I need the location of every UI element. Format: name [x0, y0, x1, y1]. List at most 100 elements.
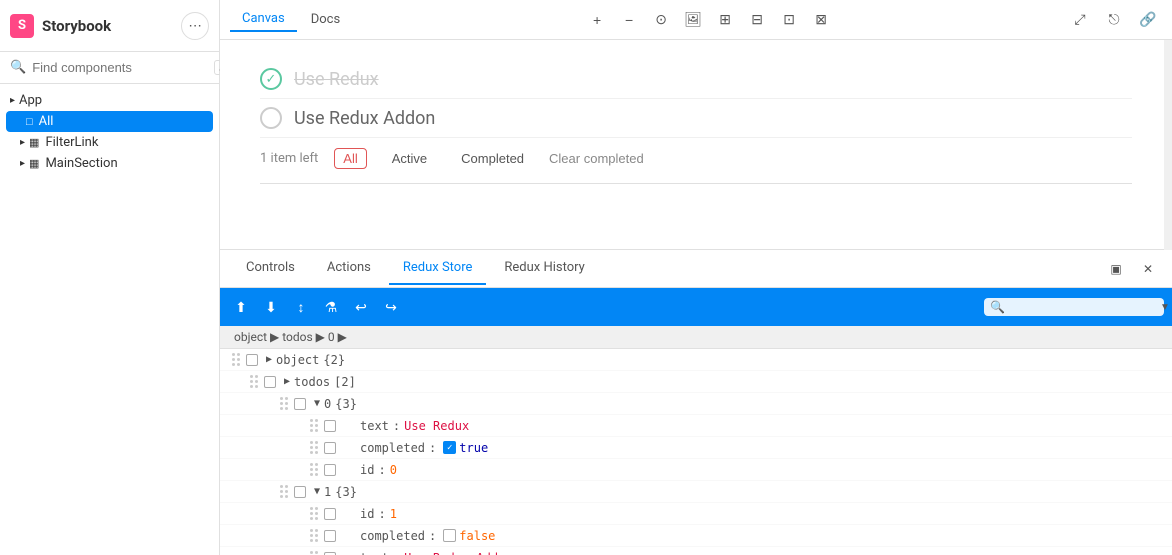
redux-toolbar: ⬆ ⬇ ↕ ⚗ ↩ ↪ 🔍 ▼: [220, 288, 1172, 326]
tab-redux-history[interactable]: Redux History: [490, 252, 598, 285]
sidebar-item-label: FilterLink: [45, 135, 98, 150]
tree-row-id-1: id : 1: [220, 503, 1172, 525]
main-toolbar: Canvas Docs + − ⊙ 🖼 ⊞ ⊟ ⊡ ⊠ ⤢ ⎋ 🔗: [220, 0, 1172, 40]
drag-handle: [280, 397, 288, 410]
canvas-scrollbar[interactable]: [1164, 40, 1172, 250]
collapse-all-button[interactable]: ⬆: [228, 294, 254, 320]
redo-button[interactable]: ↪: [378, 294, 404, 320]
tree-key: text: [344, 551, 389, 555]
tree-row-text-use-redux-addon: text : Use Redux Addon: [220, 547, 1172, 555]
canvas-content: ✓ Use Redux Use Redux Addon 1 item left …: [220, 40, 1172, 250]
sidebar-item-all[interactable]: □ All: [6, 111, 213, 132]
todo-footer: 1 item left All Active Completed Clear c…: [260, 138, 1132, 179]
todo-text-use-redux-addon: Use Redux Addon: [294, 108, 435, 129]
tree-value-string: Use Redux: [404, 419, 469, 433]
todo-item-use-redux-addon: Use Redux Addon: [260, 99, 1132, 138]
tree-colon: :: [393, 551, 400, 555]
tree-value-number: 0: [390, 463, 397, 477]
expand-all-button[interactable]: ⬇: [258, 294, 284, 320]
zoom-in-button[interactable]: +: [583, 6, 611, 34]
tree-row-checkbox[interactable]: [324, 530, 336, 542]
canvas-area: ✓ Use Redux Use Redux Addon 1 item left …: [220, 40, 1172, 250]
tree-bracket: {3}: [335, 485, 357, 499]
tree-row-checkbox[interactable]: [324, 464, 336, 476]
sidebar-menu-button[interactable]: ⋯: [181, 12, 209, 40]
tree-value-bool: true: [459, 441, 488, 455]
drag-handle: [280, 485, 288, 498]
grid3-button[interactable]: ⊡: [775, 6, 803, 34]
search-input[interactable]: [32, 60, 208, 75]
sidebar-item-label: App: [19, 93, 42, 108]
tree-row-checkbox[interactable]: [246, 354, 258, 366]
tab-controls[interactable]: Controls: [232, 252, 309, 285]
fullscreen-button[interactable]: ⤢: [1066, 6, 1094, 34]
todo-checkbox-done[interactable]: ✓: [260, 68, 282, 90]
tree-row-checkbox[interactable]: [324, 508, 336, 520]
clear-completed-button[interactable]: Clear completed: [549, 151, 644, 166]
drag-handle: [310, 551, 318, 555]
tab-canvas[interactable]: Canvas: [230, 7, 297, 32]
tree-row-checkbox[interactable]: [264, 376, 276, 388]
sidebar-item-filterlink[interactable]: ▸ ▦ FilterLink: [0, 132, 219, 153]
expand-icon[interactable]: ▼: [314, 486, 320, 497]
tree-colon: :: [378, 463, 385, 477]
expand-icon[interactable]: ▶: [284, 376, 290, 387]
search-bar: 🔍 /: [0, 52, 219, 84]
open-new-button[interactable]: ⎋: [1100, 6, 1128, 34]
grid2-button[interactable]: ⊟: [743, 6, 771, 34]
tree-row-checkbox[interactable]: [324, 442, 336, 454]
tree-row-1: ▼ 1 {3}: [220, 481, 1172, 503]
search-dropdown-icon[interactable]: ▼: [1160, 302, 1170, 313]
sidebar-item-app[interactable]: ▸ App: [0, 90, 219, 111]
sidebar-item-mainsection[interactable]: ▸ ▦ MainSection: [0, 153, 219, 174]
grid1-button[interactable]: ⊞: [711, 6, 739, 34]
tree-row-completed-0: completed : ✓ true: [220, 437, 1172, 459]
tree-row-checkbox[interactable]: [324, 420, 336, 432]
bool-checkbox-empty: [443, 529, 456, 542]
tree-row-id-0: id : 0: [220, 459, 1172, 481]
split-view-button[interactable]: ▣: [1104, 257, 1128, 281]
toolbar-icons: + − ⊙ 🖼 ⊞ ⊟ ⊡ ⊠: [583, 6, 835, 34]
tree-row-checkbox[interactable]: [294, 398, 306, 410]
tree-value-number: 1: [390, 507, 397, 521]
tree-key: text: [344, 419, 389, 433]
background-button[interactable]: 🖼: [679, 6, 707, 34]
filter-all-button[interactable]: All: [334, 148, 366, 169]
tree-key: completed: [344, 441, 425, 455]
tree-row-object: ▶ object {2}: [220, 349, 1172, 371]
logo-area: S Storybook: [10, 14, 111, 38]
view-tabs: Canvas Docs: [230, 7, 352, 32]
drag-handle: [310, 419, 318, 432]
tree-colon: :: [429, 529, 436, 543]
grid4-button[interactable]: ⊠: [807, 6, 835, 34]
tab-redux-store[interactable]: Redux Store: [389, 252, 487, 285]
tab-actions[interactable]: Actions: [313, 252, 385, 285]
expand-icon[interactable]: ▶: [266, 354, 272, 365]
tree-row-0: ▼ 0 {3}: [220, 393, 1172, 415]
sort-button[interactable]: ↕: [288, 294, 314, 320]
tree-key: object: [276, 353, 319, 367]
tab-docs[interactable]: Docs: [299, 8, 352, 31]
addon-panel-tabs: Controls Actions Redux Store Redux Histo…: [220, 250, 1172, 288]
nav-tree: ▸ App □ All ▸ ▦ FilterLink ▸ ▦ MainSecti…: [0, 84, 219, 555]
sidebar: S Storybook ⋯ 🔍 / ▸ App □ All ▸ ▦ Filter…: [0, 0, 220, 555]
tree-row-checkbox[interactable]: [294, 486, 306, 498]
filter-active-button[interactable]: Active: [383, 148, 436, 169]
tree-row-todos: ▶ todos [2]: [220, 371, 1172, 393]
zoom-out-button[interactable]: −: [615, 6, 643, 34]
tree-key: id: [344, 507, 374, 521]
close-panel-button[interactable]: ✕: [1136, 257, 1160, 281]
drag-handle: [310, 441, 318, 454]
redux-search-input[interactable]: [1005, 300, 1160, 314]
copy-link-button[interactable]: 🔗: [1134, 6, 1162, 34]
tree-row-checkbox[interactable]: [324, 552, 336, 555]
group-icon: ▦: [29, 136, 39, 149]
undo-button[interactable]: ↩: [348, 294, 374, 320]
filter-completed-button[interactable]: Completed: [452, 148, 533, 169]
expand-icon[interactable]: ▼: [314, 398, 320, 409]
sidebar-item-label: All: [39, 114, 54, 129]
logo-icon: S: [10, 14, 34, 38]
todo-checkbox-empty[interactable]: [260, 107, 282, 129]
filter-button[interactable]: ⚗: [318, 294, 344, 320]
zoom-reset-button[interactable]: ⊙: [647, 6, 675, 34]
